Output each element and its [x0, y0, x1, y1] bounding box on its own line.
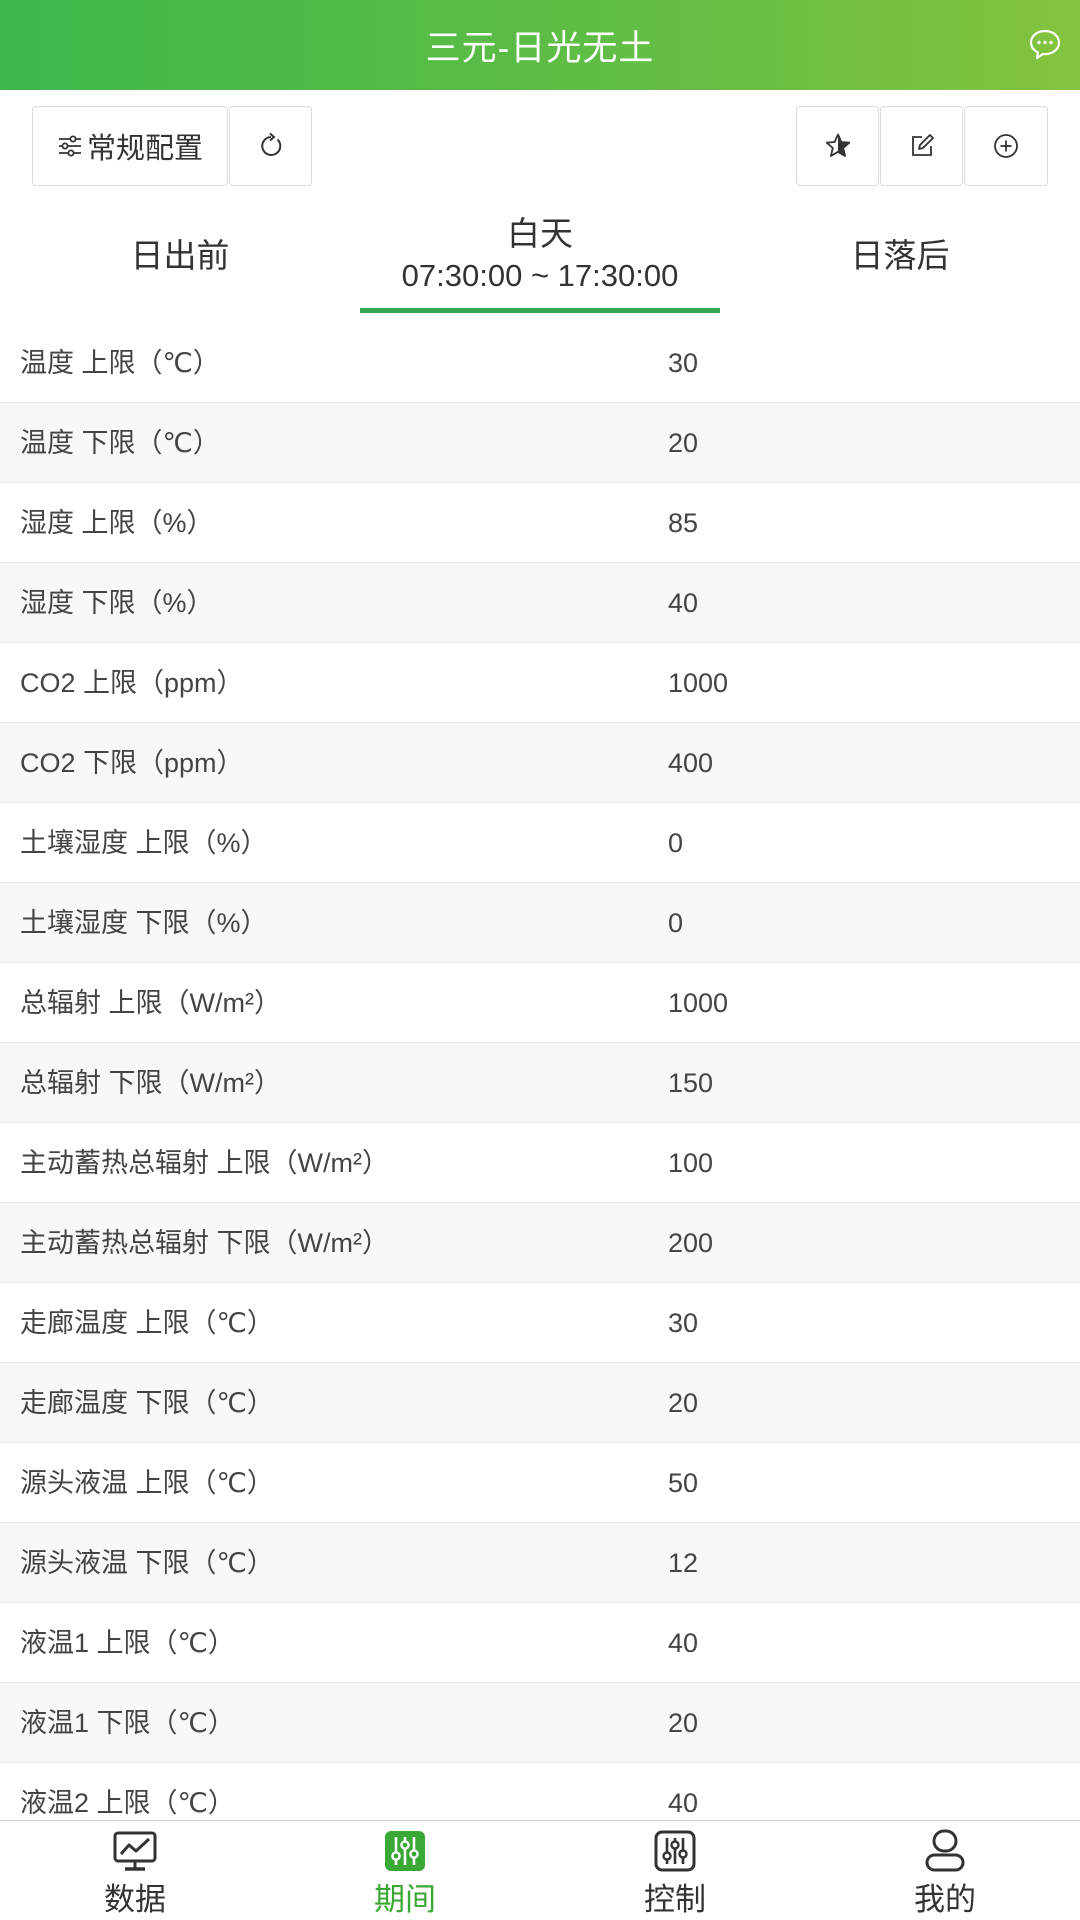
row-label: 液温1 上限（℃）: [20, 1628, 235, 1658]
tab-after-sunset[interactable]: 日落后: [720, 206, 1080, 316]
tab-after-sunset-label: 日落后: [850, 237, 950, 274]
row-label: 湿度 下限（%）: [20, 588, 214, 618]
table-row[interactable]: 主动蓄热总辐射 上限（W/m²） 100: [0, 1123, 1080, 1203]
chat-icon[interactable]: [1028, 27, 1062, 61]
row-value: 20: [668, 1388, 699, 1418]
row-value: 150: [668, 1068, 714, 1098]
tab-data[interactable]: 数据: [0, 1821, 270, 1920]
row-label: 土壤湿度 上限（%）: [20, 828, 268, 858]
tab-control-label: 控制: [644, 1882, 706, 1917]
table-row[interactable]: 走廊温度 下限（℃） 20: [0, 1363, 1080, 1443]
row-label: CO2 上限（ppm）: [20, 668, 244, 698]
sliders-icon: [385, 1831, 425, 1871]
user-icon: [925, 1829, 965, 1872]
tab-control[interactable]: 控制: [540, 1821, 810, 1920]
row-value: 400: [668, 748, 714, 778]
table-row[interactable]: 主动蓄热总辐射 下限（W/m²） 200: [0, 1203, 1080, 1283]
table-row[interactable]: 液温1 上限（℃） 40: [0, 1603, 1080, 1683]
edit-button[interactable]: [880, 106, 963, 186]
row-value: 30: [668, 1308, 699, 1338]
row-value: 30: [668, 348, 699, 378]
monitor-chart-icon: [113, 1831, 157, 1871]
tab-before-sunrise[interactable]: 日出前: [0, 206, 360, 316]
tab-mine-label: 我的: [914, 1882, 976, 1917]
row-value: 85: [668, 508, 699, 538]
row-label: 走廊温度 上限（℃）: [20, 1308, 274, 1338]
row-value: 1000: [668, 668, 729, 698]
row-value: 40: [668, 1628, 699, 1658]
table-row[interactable]: 土壤湿度 下限（%） 0: [0, 883, 1080, 963]
row-value: 200: [668, 1228, 714, 1258]
row-label: 温度 上限（℃）: [20, 348, 220, 378]
table-row[interactable]: 总辐射 下限（W/m²） 150: [0, 1043, 1080, 1123]
toolbar: 常规配置: [0, 106, 1080, 186]
row-value: 12: [668, 1548, 699, 1578]
table-row[interactable]: 湿度 下限（%） 40: [0, 563, 1080, 643]
table-row[interactable]: 源头液温 下限（℃） 12: [0, 1523, 1080, 1603]
general-config-button[interactable]: 常规配置: [32, 106, 228, 186]
row-value: 40: [668, 588, 699, 618]
row-label: 总辐射 上限（W/m²）: [20, 988, 281, 1018]
refresh-button[interactable]: [229, 106, 312, 186]
threshold-table: 温度 上限（℃） 30 温度 下限（℃） 20 湿度 上限（%） 85 湿度 下限（%…: [0, 323, 1080, 1843]
table-row[interactable]: 走廊温度 上限（℃） 30: [0, 1283, 1080, 1363]
plus-circle-icon: [994, 134, 1018, 158]
table-row[interactable]: CO2 下限（ppm） 400: [0, 723, 1080, 803]
table-row[interactable]: 湿度 上限（%） 85: [0, 483, 1080, 563]
app-header: 三元-日光无土: [0, 0, 1080, 90]
row-label: 温度 下限（℃）: [20, 428, 220, 458]
period-tabs: 日出前 白天 07:30:00 ~ 17:30:00 日落后: [0, 206, 1080, 316]
row-label: 源头液温 下限（℃）: [20, 1548, 274, 1578]
tab-daytime[interactable]: 白天 07:30:00 ~ 17:30:00: [360, 206, 720, 316]
table-row[interactable]: 总辐射 上限（W/m²） 1000: [0, 963, 1080, 1043]
table-row[interactable]: 液温1 下限（℃） 20: [0, 1683, 1080, 1763]
active-tab-indicator: [360, 308, 720, 313]
row-value: 50: [668, 1468, 699, 1498]
add-button[interactable]: [964, 106, 1048, 186]
row-value: 100: [668, 1148, 714, 1178]
table-row[interactable]: 土壤湿度 上限（%） 0: [0, 803, 1080, 883]
table-row[interactable]: 温度 下限（℃） 20: [0, 403, 1080, 483]
table-row[interactable]: 温度 上限（℃） 30: [0, 323, 1080, 403]
row-label: 土壤湿度 下限（%）: [20, 908, 268, 938]
row-value: 0: [668, 908, 684, 938]
row-label: 走廊温度 下限（℃）: [20, 1388, 274, 1418]
page-title: 三元-日光无土: [425, 28, 655, 68]
control-sliders-icon: [654, 1830, 696, 1872]
row-label: 主动蓄热总辐射 下限（W/m²）: [20, 1228, 389, 1258]
tab-mine[interactable]: 我的: [810, 1821, 1080, 1920]
row-value: 20: [668, 428, 699, 458]
tab-before-sunrise-label: 日出前: [130, 237, 230, 274]
star-icon: [825, 133, 850, 157]
tab-period[interactable]: 期间: [270, 1821, 540, 1920]
row-label: 源头液温 上限（℃）: [20, 1468, 274, 1498]
row-value: 20: [668, 1708, 699, 1738]
settings-sliders-icon: [58, 135, 81, 157]
table-row[interactable]: CO2 上限（ppm） 1000: [0, 643, 1080, 723]
tab-period-label: 期间: [374, 1882, 436, 1917]
row-label: 总辐射 下限（W/m²）: [20, 1068, 281, 1098]
edit-icon: [911, 134, 934, 156]
table-row[interactable]: 源头液温 上限（℃） 50: [0, 1443, 1080, 1523]
favorite-button[interactable]: [796, 106, 879, 186]
refresh-icon: [260, 132, 281, 156]
row-value: 1000: [668, 988, 729, 1018]
general-config-label: 常规配置: [86, 133, 203, 165]
tab-daytime-time: 07:30:00 ~ 17:30:00: [401, 258, 679, 293]
row-label: 主动蓄热总辐射 上限（W/m²）: [20, 1148, 389, 1178]
row-label: CO2 下限（ppm）: [20, 748, 244, 778]
row-label: 湿度 上限（%）: [20, 508, 214, 538]
row-label: 液温1 下限（℃）: [20, 1708, 235, 1738]
tab-daytime-label: 白天: [507, 215, 573, 252]
tab-data-label: 数据: [104, 1882, 166, 1917]
row-value: 0: [668, 828, 684, 858]
bottom-tab-bar: 数据 期间 控制 我的: [0, 1820, 1080, 1920]
